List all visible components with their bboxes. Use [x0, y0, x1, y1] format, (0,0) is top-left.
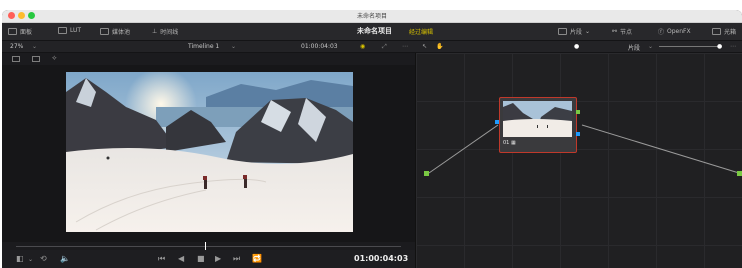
skip-to-start-icon[interactable]: ⏮: [158, 254, 165, 264]
loop-icon[interactable]: ⟲: [40, 254, 47, 263]
transport-timecode: 01:00:04:03: [354, 254, 409, 263]
skip-to-end-icon[interactable]: ⏭: [233, 254, 240, 264]
title-bar: 未命名项目: [2, 10, 742, 23]
app-window: 未命名项目 面板 LUT 媒体池 ⊥ 时间线 未命名项目 经过编辑 片段 ⌄ ⚯…: [2, 10, 742, 268]
split-view-icon[interactable]: [32, 56, 40, 62]
play-icon[interactable]: ▶: [215, 254, 221, 263]
playhead[interactable]: [205, 242, 206, 250]
openfx-button[interactable]: ⓕ OpenFX: [658, 27, 691, 36]
chevron-down-icon: ⌄: [585, 28, 591, 35]
output-connection-line: [581, 124, 740, 174]
node-connections: [428, 124, 740, 174]
zoom-slider-handle[interactable]: ●: [717, 43, 722, 50]
node-number: 01: [503, 140, 510, 146]
nodes-label: 节点: [620, 29, 633, 36]
timeline-button[interactable]: ⊥ 时间线: [152, 27, 178, 36]
lut-icon: [58, 27, 67, 34]
more-options-icon[interactable]: ⋯: [402, 43, 408, 50]
slider-handle[interactable]: ●: [574, 43, 579, 50]
project-status: 经过编辑: [409, 29, 434, 36]
color-node-01[interactable]: 01 ▦: [495, 97, 580, 153]
node-rgb-output-port[interactable]: [576, 110, 580, 114]
input-connection-line: [428, 124, 499, 174]
viewer-subbar: 27% ⌄ Timeline 1 ⌄ 01:00:04:03 ◉ ⤢ ⋯ ↖ ✋…: [2, 41, 742, 53]
loop-playback-icon[interactable]: 🔁: [252, 254, 262, 263]
openfx-label: OpenFX: [667, 28, 691, 35]
expand-icon[interactable]: ⤢: [382, 43, 387, 51]
media-pool-button[interactable]: 媒体池: [100, 27, 130, 36]
pointer-icon[interactable]: ↖: [422, 43, 427, 50]
lut-button[interactable]: LUT: [58, 27, 81, 34]
lightbox-button[interactable]: 光箱: [712, 27, 736, 36]
timeline-dropdown[interactable]: Timeline 1: [188, 43, 219, 50]
window-title: 未命名项目: [356, 13, 387, 20]
color-picker-icon[interactable]: ◉: [360, 43, 365, 50]
zoom-slider-track[interactable]: [659, 46, 719, 47]
stop-icon[interactable]: ■: [197, 254, 205, 263]
clip-mode-dropdown[interactable]: 片段: [628, 43, 640, 52]
main-toolbar: 面板 LUT 媒体池 ⊥ 时间线 未命名项目 经过编辑 片段 ⌄ ⚯ 节点 ⓕ …: [2, 23, 742, 41]
scrubber-bar[interactable]: [2, 242, 415, 250]
source-input-port[interactable]: [424, 171, 429, 176]
openfx-icon: ⓕ: [658, 29, 665, 36]
media-pool-icon: [100, 28, 109, 35]
zoom-dropdown[interactable]: 27%: [10, 43, 23, 50]
output-port[interactable]: [737, 171, 742, 176]
node-thumbnail: [503, 101, 572, 137]
more-options-icon[interactable]: ⋯: [730, 43, 736, 50]
volume-icon[interactable]: 🔈: [60, 254, 70, 263]
chevron-down-icon: ⌄: [648, 43, 654, 50]
clips-label: 片段: [570, 29, 583, 36]
media-pool-label: 媒体池: [112, 29, 131, 36]
viewer-image: [66, 72, 353, 232]
panel-label: 面板: [20, 29, 33, 36]
panel-button[interactable]: 面板: [8, 27, 32, 36]
viewer-panel: [2, 65, 415, 242]
scrubber-track[interactable]: [16, 246, 401, 247]
step-back-icon[interactable]: ◀: [178, 254, 184, 263]
node-label: 01 ▦: [503, 140, 516, 146]
chevron-down-icon: ⌄: [28, 256, 34, 263]
viewer-icon-row: ⟡: [2, 53, 415, 65]
project-name: 未命名项目: [357, 27, 392, 35]
nodes-button[interactable]: ⚯ 节点: [612, 27, 632, 36]
lut-label: LUT: [70, 27, 82, 34]
single-view-icon[interactable]: [12, 56, 20, 62]
lightbox-icon: [712, 28, 721, 35]
clips-button[interactable]: 片段 ⌄: [558, 27, 590, 36]
node-editor[interactable]: 01 ▦: [415, 53, 742, 268]
wipe-icon[interactable]: ⟡: [52, 54, 57, 63]
node-key-input-port[interactable]: [495, 120, 499, 124]
node-key-output-port[interactable]: [576, 132, 580, 136]
view-options-icon[interactable]: ◧: [16, 254, 24, 263]
transport-controls: ◧ ⌄ ⟲ 🔈 ⏮ ◀ ■ ▶ ⏭ 🔁 01:00:04:03: [2, 250, 415, 268]
chevron-down-icon: ⌄: [231, 43, 237, 50]
node-thumbnail-icon: ▦: [510, 140, 516, 146]
clips-icon: [558, 28, 567, 35]
panel-icon: [8, 28, 17, 35]
chevron-down-icon: ⌄: [32, 43, 38, 50]
timeline-icon: ⊥: [152, 28, 158, 35]
lightbox-label: 光箱: [724, 29, 737, 36]
timeline-label: 时间线: [160, 29, 179, 36]
hand-icon[interactable]: ✋: [436, 43, 443, 50]
nodes-icon: ⚯: [612, 28, 618, 35]
timecode-display: 01:00:04:03: [301, 43, 338, 50]
